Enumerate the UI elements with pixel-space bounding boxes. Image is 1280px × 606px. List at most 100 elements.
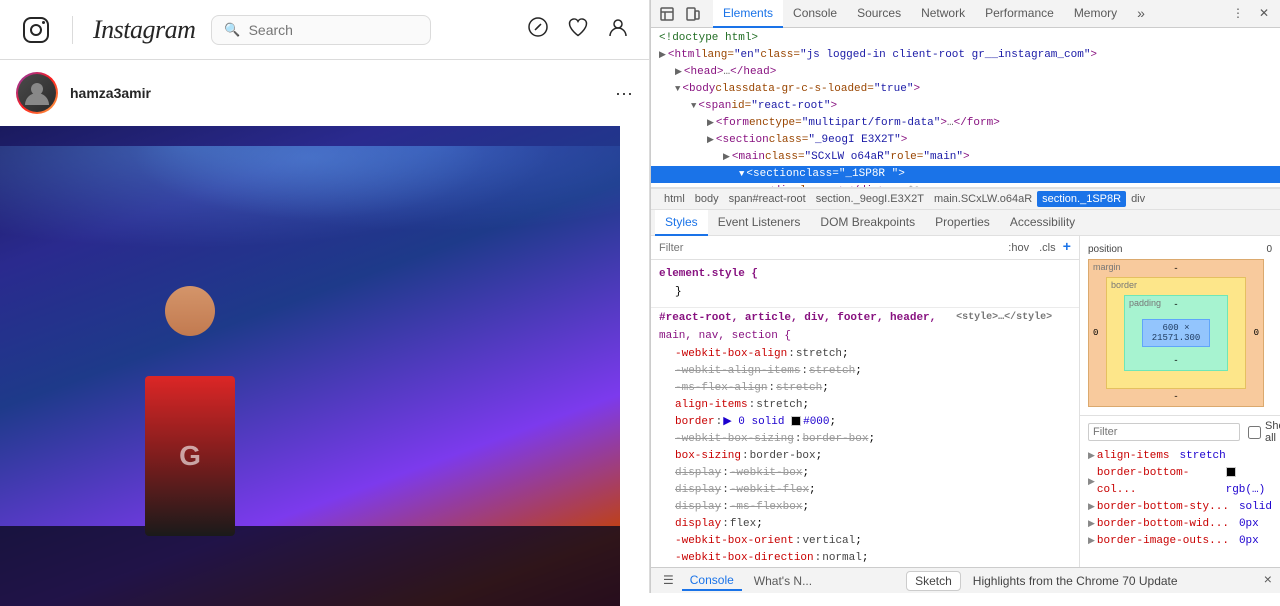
show-all-label: Show all bbox=[1248, 420, 1280, 444]
subtab-accessibility[interactable]: Accessibility bbox=[1000, 210, 1085, 236]
position-value: 0 bbox=[1266, 244, 1272, 255]
dom-line-main[interactable]: ▶ <main class="SCxLW o64aR" role="main" … bbox=[651, 149, 1280, 166]
element-style-block: element.style { } bbox=[651, 264, 1079, 308]
dom-tree: <!doctype html> ▶ <html lang="en" class=… bbox=[651, 28, 1280, 188]
tab-sources[interactable]: Sources bbox=[847, 0, 911, 28]
rule-display-webkit-flex: display : -webkit-flex; bbox=[659, 482, 1071, 499]
styles-filter-input[interactable] bbox=[659, 242, 1001, 254]
sketch-badge[interactable]: Sketch bbox=[906, 571, 961, 591]
computed-prop-border-image-outs: ▶ border-image-outs... 0px bbox=[1088, 533, 1272, 550]
ig-header-divider bbox=[72, 16, 73, 44]
username-label[interactable]: hamza3amir bbox=[70, 85, 151, 101]
computed-prop-border-bottom-col: ▶ border-bottom-col... rgb(…) bbox=[1088, 465, 1272, 499]
tab-memory[interactable]: Memory bbox=[1064, 0, 1127, 28]
main-style-block: #react-root, article, div, footer, heade… bbox=[651, 308, 1079, 567]
search-icon: 🔍 bbox=[224, 22, 240, 38]
position-label: position bbox=[1088, 244, 1122, 255]
highlights-text: Highlights from the Chrome 70 Update bbox=[965, 574, 1178, 588]
element-style-selector: element.style { bbox=[659, 264, 1071, 284]
devtools-bottom: ☰ Console What's N... Sketch Highlights … bbox=[651, 567, 1280, 593]
rule-webkit-box-align: -webkit-box-align : stretch; bbox=[659, 346, 1071, 363]
instagram-icon bbox=[20, 14, 52, 46]
rule-display-webkit-box: display : -webkit-box; bbox=[659, 465, 1071, 482]
crowd-silhouette bbox=[0, 526, 620, 606]
dom-line-span[interactable]: ▼ <span id="react-root" > bbox=[651, 98, 1280, 115]
computed-filter-input[interactable] bbox=[1088, 423, 1240, 441]
path-div[interactable]: div bbox=[1126, 191, 1150, 207]
show-all-checkbox[interactable] bbox=[1248, 426, 1261, 439]
devtools-more-icon[interactable]: ⋮ bbox=[1226, 2, 1250, 26]
path-span-react-root[interactable]: span#react-root bbox=[724, 191, 811, 207]
path-section-1sp8r[interactable]: section._1SP8R bbox=[1037, 191, 1126, 207]
rule-ms-flex-align: -ms-flex-align : stretch; bbox=[659, 380, 1071, 397]
add-style-btn[interactable]: + bbox=[1063, 240, 1071, 256]
ig-logo-text: Instagram bbox=[93, 15, 195, 45]
right-panel: position 0 margin - 0 0 - border bbox=[1080, 236, 1280, 567]
tab-console[interactable]: Console bbox=[783, 0, 847, 28]
ig-logo bbox=[20, 14, 52, 46]
ig-nav-icons bbox=[527, 16, 629, 44]
rule-webkit-align-items: -webkit-align-items : stretch; bbox=[659, 363, 1071, 380]
subtabs: Styles Event Listeners DOM Breakpoints P… bbox=[651, 210, 1280, 236]
path-main-scxlw[interactable]: main.SCxLW.o64aR bbox=[929, 191, 1037, 207]
inspect-icon[interactable] bbox=[655, 2, 679, 26]
subtab-event-listeners[interactable]: Event Listeners bbox=[708, 210, 811, 236]
cls-pseudo-btn[interactable]: .cls bbox=[1036, 241, 1059, 255]
hover-pseudo-btn[interactable]: :hov bbox=[1005, 241, 1032, 255]
path-body[interactable]: body bbox=[690, 191, 724, 207]
rule-webkit-box-orient: -webkit-box-orient : vertical; bbox=[659, 533, 1071, 550]
drawer-icon[interactable]: ☰ bbox=[659, 571, 678, 590]
box-model-panel: position 0 margin - 0 0 - border bbox=[1080, 236, 1280, 415]
tab-elements[interactable]: Elements bbox=[713, 0, 783, 28]
compass-icon[interactable] bbox=[527, 16, 549, 44]
heart-icon[interactable] bbox=[567, 16, 589, 44]
computed-prop-border-bottom-sty: ▶ border-bottom-sty... solid bbox=[1088, 499, 1272, 516]
ig-header: Instagram 🔍 bbox=[0, 0, 649, 60]
subtab-styles[interactable]: Styles bbox=[655, 210, 708, 236]
content-size: 600 × 21571.300 bbox=[1143, 323, 1209, 343]
dom-line-head[interactable]: ▶ <head> … </head> bbox=[651, 64, 1280, 81]
rule-webkit-box-direction: -webkit-box-direction : normal; bbox=[659, 550, 1071, 567]
elements-path: html body span#react-root section._9eogI… bbox=[651, 188, 1280, 210]
devtools-panel: Elements Console Sources Network Perform… bbox=[650, 0, 1280, 593]
main-selector-row: #react-root, article, div, footer, heade… bbox=[659, 308, 1071, 328]
device-toggle-icon[interactable] bbox=[681, 2, 705, 26]
tab-more[interactable]: » bbox=[1127, 0, 1155, 28]
tab-performance[interactable]: Performance bbox=[975, 0, 1064, 28]
rule-display-ms-flexbox: display : -ms-flexbox; bbox=[659, 499, 1071, 516]
box-diagram: margin - 0 0 - border padding - - bbox=[1088, 259, 1264, 407]
bottom-tab-whatsnew[interactable]: What's N... bbox=[746, 572, 820, 590]
dom-line-doctype[interactable]: <!doctype html> bbox=[651, 30, 1280, 47]
dom-line-html[interactable]: ▶ <html lang="en" class="js logged-in cl… bbox=[651, 47, 1280, 64]
more-options-icon[interactable]: ··· bbox=[615, 83, 633, 104]
subtab-properties[interactable]: Properties bbox=[925, 210, 1000, 236]
rule-webkit-box-sizing: -webkit-box-sizing : border-box; bbox=[659, 431, 1071, 448]
devtools-icons-right: ⋮ ✕ bbox=[1226, 2, 1276, 26]
tab-network[interactable]: Network bbox=[911, 0, 975, 28]
ig-search-bar[interactable]: 🔍 bbox=[211, 15, 431, 45]
rule-border: border : ▶ 0 solid #000; bbox=[659, 414, 1071, 431]
path-section-9eogi[interactable]: section._9eogI.E3X2T bbox=[811, 191, 929, 207]
rule-align-items: align-items : stretch; bbox=[659, 397, 1071, 414]
devtools-close-icon[interactable]: ✕ bbox=[1252, 2, 1276, 26]
computed-prop-align-items: ▶ align-items stretch bbox=[1088, 448, 1272, 465]
dom-line-body[interactable]: ▼ <body class data-gr-c-s-loaded="true" … bbox=[651, 81, 1280, 98]
post-image: G bbox=[0, 126, 620, 606]
avatar bbox=[16, 72, 58, 114]
styles-filter-bar: :hov .cls + bbox=[651, 236, 1079, 260]
element-style-close: } bbox=[659, 284, 1071, 301]
dom-line-section2[interactable]: ▼ <section class="_1SP8R " > bbox=[651, 166, 1280, 183]
profile-icon[interactable] bbox=[607, 16, 629, 44]
dom-line-form[interactable]: ▶ <form enctype="multipart/form-data" >…… bbox=[651, 115, 1280, 132]
dom-line-section1[interactable]: ▶ <section class="_9eogI E3X2T" > bbox=[651, 132, 1280, 149]
search-input[interactable] bbox=[249, 22, 419, 38]
subtab-dom-breakpoints[interactable]: DOM Breakpoints bbox=[810, 210, 925, 236]
drawer-close-icon[interactable]: × bbox=[1264, 573, 1272, 589]
styles-panel: :hov .cls + element.style { } bbox=[651, 236, 1280, 567]
devtools-icons-left bbox=[655, 2, 713, 26]
bottom-tab-console[interactable]: Console bbox=[682, 571, 742, 591]
path-html[interactable]: html bbox=[659, 191, 690, 207]
ig-post-header: hamza3amir ··· bbox=[0, 60, 649, 126]
content-layer: 600 × 21571.300 bbox=[1142, 319, 1210, 347]
stage-lights bbox=[0, 146, 620, 266]
